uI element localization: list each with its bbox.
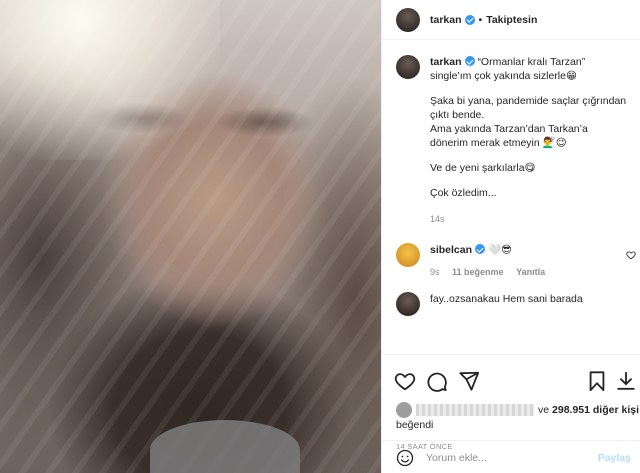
smiley-icon[interactable]	[396, 449, 414, 467]
comment-icon[interactable]	[426, 370, 448, 392]
caption-time[interactable]: 14s	[430, 212, 627, 226]
light-rays	[0, 0, 381, 473]
likes-count-value[interactable]: 298.951 diğer kişi	[552, 404, 639, 416]
liker-avatar[interactable]	[396, 402, 412, 418]
comment-item: sibelcan 🤍😎 9s 11 beğenme Yanıtla	[382, 226, 640, 279]
comment-body: fay..ozsanakau Hem sani barada	[430, 292, 620, 316]
separator-dot: •	[478, 13, 483, 26]
likes-count[interactable]: ve 298.951 diğer kişi	[538, 404, 639, 416]
comment-avatar[interactable]	[396, 292, 420, 316]
liker-name-blurred[interactable]	[416, 404, 534, 416]
caption-line2: single’ım çok yakında sizlerle😁	[430, 70, 577, 82]
comment-likes[interactable]: 11 beğenme	[452, 267, 504, 277]
comment-text: fay..ozsanakau Hem sani barada	[430, 293, 583, 305]
caption-paragraph-2: Şaka bi yana, pandemide saçlar çığrından…	[430, 94, 627, 150]
caption-text: çıktı bende.	[430, 109, 485, 121]
caption-text: Şaka bi yana, pandemide saçlar çığrından	[430, 95, 627, 107]
liked-label: beğendi	[396, 419, 434, 431]
caption-paragraph-4: Çok özledim...	[430, 187, 497, 199]
bookmark-icon[interactable]	[586, 370, 608, 392]
comment-input[interactable]	[426, 449, 586, 467]
comment-username[interactable]: sibelcan	[430, 244, 472, 256]
comment-body: sibelcan 🤍😎 9s 11 beğenme Yanıtla	[430, 243, 620, 279]
verified-badge-icon	[475, 244, 486, 254]
post-side-panel: tarkan • Takiptesin tarkan “Ormanlar kra…	[381, 0, 640, 473]
shirt-shape	[150, 420, 300, 473]
comment-box: Paylaş	[382, 440, 640, 473]
caption-text: dönerim merak etmeyin 💇‍♂️😉	[430, 137, 567, 149]
post-photo[interactable]	[0, 0, 381, 473]
caption-avatar[interactable]	[396, 55, 420, 79]
comment-item: fay..ozsanakau Hem sani barada	[382, 279, 640, 316]
comment-meta: 9s 11 beğenme Yanıtla	[430, 265, 620, 279]
follow-status-button[interactable]: Takiptesin	[486, 14, 537, 26]
likes-summary: ve 298.951 diğer kişi	[396, 402, 639, 418]
verified-badge-icon	[464, 14, 475, 25]
verified-badge-icon	[464, 56, 475, 66]
likes-prefix: ve	[538, 404, 550, 416]
comment-avatar[interactable]	[396, 243, 420, 267]
share-button[interactable]: Paylaş	[598, 452, 631, 464]
comment-heart-icon[interactable]	[626, 250, 636, 260]
caption-paragraph-3: Ve de yeni şarkılarla😋	[430, 162, 536, 174]
caption-line1: “Ormanlar kralı Tarzan”	[477, 56, 586, 68]
comment-time[interactable]: 9s	[430, 267, 440, 277]
send-icon[interactable]	[458, 370, 480, 392]
download-icon[interactable]	[615, 370, 637, 392]
heart-icon[interactable]	[394, 370, 416, 392]
comment-text: 🤍😎	[487, 244, 512, 256]
caption-text: Ama yakında Tarzan’dan Tarkan’a	[430, 123, 588, 135]
action-bar	[382, 358, 640, 398]
caption: tarkan “Ormanlar kralı Tarzan” single’ım…	[382, 41, 640, 226]
comments-list[interactable]: tarkan “Ormanlar kralı Tarzan” single’ım…	[382, 41, 640, 336]
caption-username[interactable]: tarkan	[430, 56, 462, 68]
post-header: tarkan • Takiptesin	[382, 0, 640, 40]
comment-reply-button[interactable]: Yanıtla	[516, 267, 545, 277]
caption-body: tarkan “Ormanlar kralı Tarzan” single’ım…	[430, 55, 627, 226]
avatar[interactable]	[396, 7, 420, 32]
actions-divider	[382, 354, 640, 355]
post-username[interactable]: tarkan	[430, 14, 462, 26]
